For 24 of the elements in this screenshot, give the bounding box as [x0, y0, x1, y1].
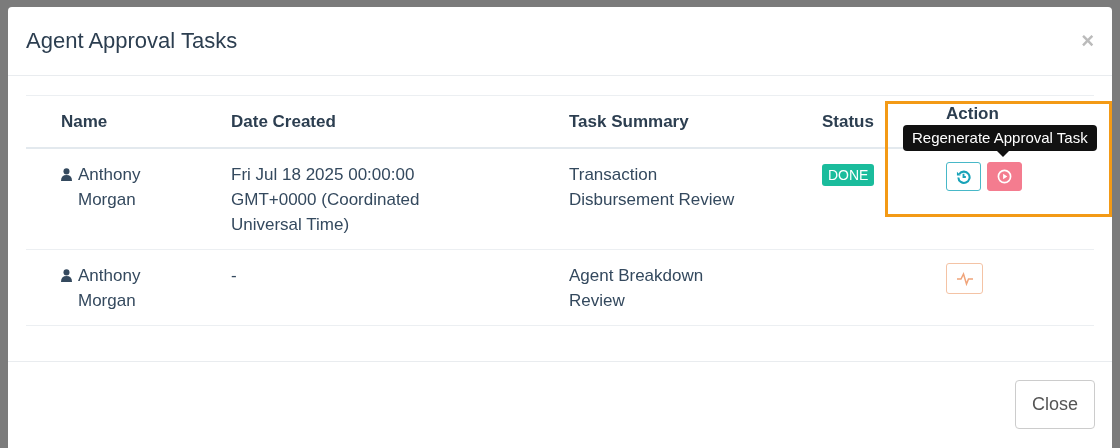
history-icon	[956, 169, 971, 184]
status-badge: DONE	[822, 164, 875, 186]
user-icon	[61, 269, 72, 282]
user-icon	[61, 168, 72, 181]
column-header: Task Summary	[569, 111, 689, 131]
close-button[interactable]: Close	[1015, 380, 1095, 429]
activity-button[interactable]	[946, 263, 983, 294]
column-header: Action	[946, 104, 999, 123]
tooltip-arrow	[997, 151, 1009, 157]
table-cell-text: -	[231, 265, 238, 287]
play-button[interactable]	[987, 162, 1022, 191]
table-cell-text: Anthony Morgan	[78, 265, 142, 312]
column-header: Name	[61, 111, 108, 131]
table-cell-text: Transaction Disbursement Review	[569, 164, 736, 211]
tooltip: Regenerate Approval Task	[903, 125, 1097, 151]
modal-title: Agent Approval Tasks	[26, 28, 238, 54]
table-cell-text: Agent Breakdown Review	[569, 265, 705, 312]
table-cell-text: Fri Jul 18 2025 00:00:00 GMT+0000 (Coordinated Universal Time)	[231, 164, 421, 236]
activity-icon	[955, 271, 974, 286]
play-icon	[997, 169, 1012, 184]
column-header: Date Created	[231, 111, 336, 131]
table-cell-text: Anthony Morgan	[78, 164, 142, 211]
column-header: Status	[822, 111, 874, 131]
history-button[interactable]	[946, 162, 981, 191]
